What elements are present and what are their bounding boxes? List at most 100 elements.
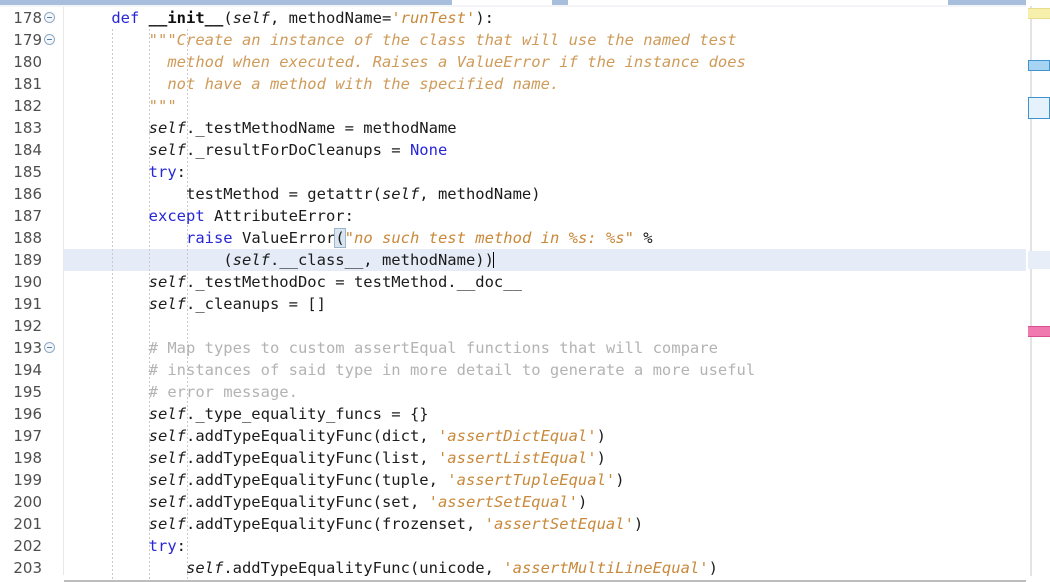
scrollbar-track[interactable] [1030, 6, 1032, 576]
code-line-text: self.addTypeEqualityFunc(frozenset, 'ass… [64, 515, 644, 533]
fold-collapse-icon[interactable] [44, 34, 55, 45]
code-line-text: self._cleanups = [] [64, 295, 326, 313]
line-number: 180 [13, 53, 42, 71]
code-line[interactable]: # error message. [64, 381, 298, 403]
search-match-marker[interactable] [1028, 60, 1050, 71]
error-marker[interactable] [1028, 326, 1050, 337]
code-line[interactable]: not have a method with the specified nam… [64, 73, 559, 95]
code-line[interactable] [64, 315, 74, 337]
warning-marker[interactable] [1028, 8, 1050, 19]
code-line-text: self.addTypeEqualityFunc(unicode, 'asser… [64, 559, 718, 577]
code-line[interactable]: # Map types to custom assertEqual functi… [64, 337, 718, 359]
fold-collapse-icon[interactable] [44, 12, 55, 23]
marker-scrollbar[interactable] [1026, 0, 1050, 582]
code-line-text: self._testMethodDoc = testMethod.__doc__ [64, 273, 522, 291]
token-plain: .addTypeEqualityFunc(tuple, [185, 471, 448, 489]
token-self: self [148, 515, 186, 533]
code-line[interactable]: self._testMethodDoc = testMethod.__doc__ [64, 271, 522, 293]
token-cmt: # error message. [148, 383, 298, 401]
token-self: self [148, 141, 186, 159]
token-self: self [185, 559, 224, 577]
code-line[interactable]: self.addTypeEqualityFunc(tuple, 'assertT… [64, 469, 625, 491]
line-number: 179 [13, 31, 42, 49]
line-number: 202 [13, 537, 42, 555]
code-line[interactable]: self._resultForDoCleanups = None [64, 139, 448, 161]
code-editor[interactable]: 178 179 180 181 182 183 184 185 186 187 188 189 190 1… [0, 0, 1050, 582]
code-line[interactable]: raise ValueError("no such test method in… [64, 227, 653, 249]
token-self: self [148, 119, 186, 137]
code-line[interactable]: self.addTypeEqualityFunc(set, 'assertSet… [64, 491, 588, 513]
viewport-marker[interactable] [1028, 97, 1050, 119]
token-plain: : [176, 537, 186, 555]
code-line[interactable]: self.addTypeEqualityFunc(list, 'assertLi… [64, 447, 606, 469]
code-line[interactable]: try: [64, 535, 186, 557]
code-line[interactable]: def __init__(self, methodName='runTest')… [64, 7, 494, 29]
token-str: 'assertTupleEqual' [447, 471, 616, 489]
code-line-text: """Create an instance of the class that … [64, 31, 737, 49]
code-line[interactable]: self._type_equality_funcs = {} [64, 403, 429, 425]
token-kw: None [409, 141, 448, 159]
code-line-text: self.addTypeEqualityFunc(set, 'assertSet… [64, 493, 588, 511]
code-line-text: self._testMethodName = methodName [64, 119, 457, 137]
token-str: 'assertMultiLineEqual' [503, 559, 709, 577]
token-self: self [148, 471, 186, 489]
code-line[interactable]: self.addTypeEqualityFunc(unicode, 'asser… [64, 557, 718, 579]
token-plain: ) [708, 559, 718, 577]
token-plain: ._resultForDoCleanups = [185, 141, 410, 159]
code-line[interactable]: """ [64, 95, 177, 117]
token-plain: .__class__, methodName)) [269, 251, 494, 269]
token-kw: raise [185, 229, 233, 247]
code-line[interactable]: try: [64, 161, 186, 183]
code-line-text: try: [64, 537, 186, 555]
code-line[interactable]: # instances of said type in more detail … [64, 359, 756, 381]
code-line-text: method when executed. Raises a ValueErro… [64, 53, 746, 71]
code-line[interactable]: self.addTypeEqualityFunc(frozenset, 'ass… [64, 513, 644, 535]
token-kw: try [148, 163, 177, 181]
line-number: 200 [13, 493, 42, 511]
line-number: 195 [13, 383, 42, 401]
code-line[interactable]: method when executed. Raises a ValueErro… [64, 51, 746, 73]
line-number: 198 [13, 449, 42, 467]
token-plain: , methodName) [419, 185, 541, 203]
code-line[interactable]: """Create an instance of the class that … [64, 29, 737, 51]
token-plain: ._cleanups = [] [185, 295, 326, 313]
line-number: 190 [13, 273, 42, 291]
code-line[interactable]: (self.__class__, methodName)) [64, 249, 494, 271]
token-fn: __init__ [148, 9, 224, 27]
line-number-gutter[interactable]: 178 179 180 181 182 183 184 185 186 187 188 189 190 1… [0, 7, 64, 582]
code-line-text: # Map types to custom assertEqual functi… [64, 339, 718, 357]
code-line-text: def __init__(self, methodName='runTest')… [64, 9, 494, 27]
line-number: 196 [13, 405, 42, 423]
token-doc: not have a method with the specified nam… [148, 75, 560, 93]
token-self: self [148, 427, 186, 445]
code-line[interactable]: except AttributeError: [64, 205, 354, 227]
token-plain: ): [475, 9, 494, 27]
code-line[interactable]: self._cleanups = [] [64, 293, 326, 315]
fold-collapse-icon[interactable] [44, 342, 55, 353]
token-plain: ) [596, 449, 606, 467]
token-self: self [148, 449, 186, 467]
code-line-text: self._type_equality_funcs = {} [64, 405, 429, 423]
token-plain: ) [596, 427, 606, 445]
code-line[interactable]: self._testMethodName = methodName [64, 117, 457, 139]
code-surface[interactable]: def __init__(self, methodName='runTest')… [64, 7, 1026, 582]
code-line[interactable]: self.addTypeEqualityFunc(dict, 'assertDi… [64, 425, 606, 447]
code-line[interactable]: testMethod = getattr(self, methodName) [64, 183, 541, 205]
token-plain: : [176, 163, 186, 181]
current-line-marker[interactable] [1028, 251, 1050, 269]
token-str: 'assertDictEqual' [437, 427, 597, 445]
